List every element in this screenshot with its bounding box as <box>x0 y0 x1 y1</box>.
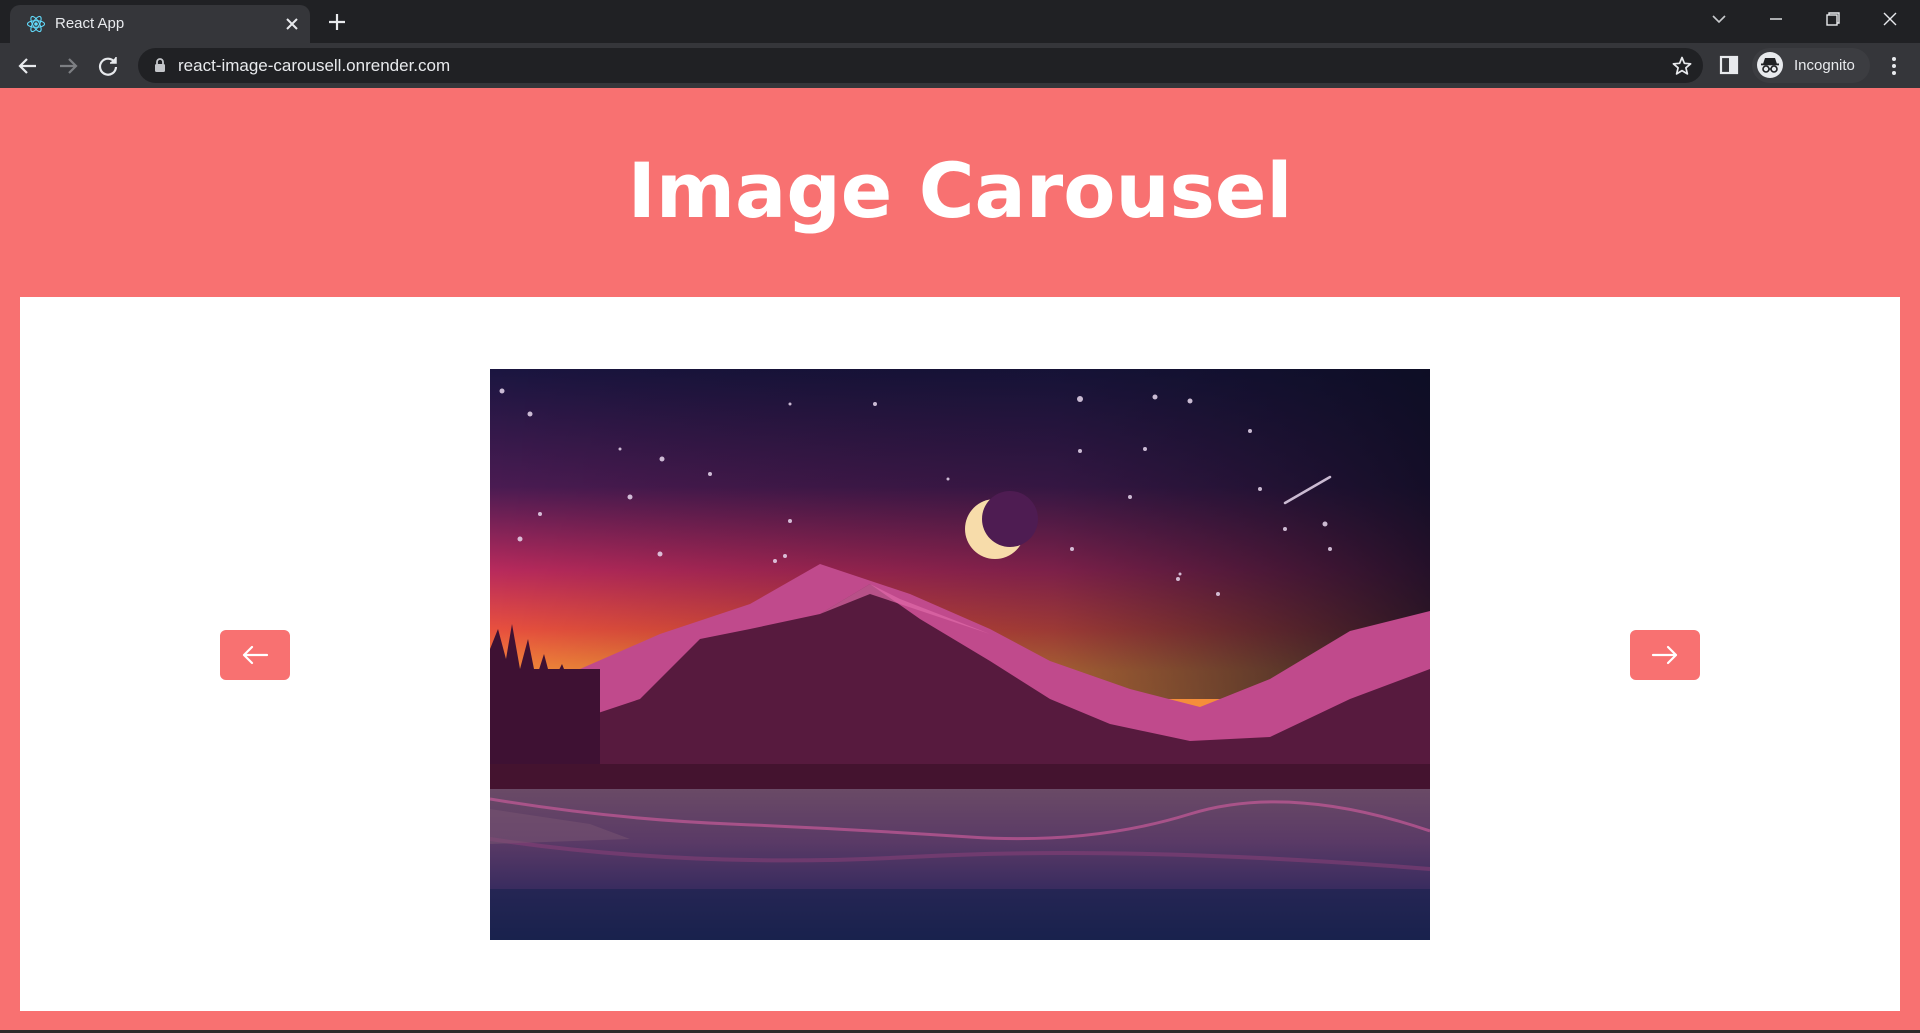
restore-icon[interactable] <box>1818 8 1846 30</box>
browser-tab[interactable]: React App <box>10 5 310 43</box>
next-slide-button[interactable] <box>1630 630 1700 680</box>
address-bar[interactable]: react-image-carousell.onrender.com <box>138 48 1703 83</box>
more-menu-icon[interactable] <box>1882 53 1906 79</box>
prev-slide-button[interactable] <box>220 630 290 680</box>
carousel-slide-image <box>490 369 1430 940</box>
incognito-profile-button[interactable]: Incognito <box>1752 48 1870 83</box>
url-text[interactable]: react-image-carousell.onrender.com <box>178 56 450 76</box>
new-tab-icon[interactable] <box>325 10 349 34</box>
browser-tab-strip: React App <box>0 0 1920 43</box>
page-title: Image Carousel <box>627 146 1293 235</box>
forward-icon[interactable] <box>55 53 81 79</box>
incognito-label: Incognito <box>1794 57 1855 74</box>
night-mountain-landscape-image <box>490 369 1430 940</box>
carousel-panel <box>20 297 1900 1011</box>
close-window-icon[interactable] <box>1876 8 1904 30</box>
side-panel-icon[interactable] <box>1717 53 1741 77</box>
minimize-icon[interactable] <box>1762 8 1790 30</box>
lock-icon[interactable] <box>152 57 168 74</box>
browser-toolbar: react-image-carousell.onrender.com Incog… <box>0 43 1920 88</box>
tab-search-icon[interactable] <box>1705 8 1733 30</box>
arrow-left-icon <box>242 645 269 665</box>
back-icon[interactable] <box>15 53 41 79</box>
page-body: Image Carousel <box>0 88 1920 1033</box>
close-tab-icon[interactable] <box>282 14 302 34</box>
reload-icon[interactable] <box>95 53 121 79</box>
bookmark-star-icon[interactable] <box>1671 55 1693 77</box>
tab-title: React App <box>55 15 125 32</box>
react-logo-icon <box>26 15 46 33</box>
incognito-icon <box>1757 52 1783 78</box>
arrow-right-icon <box>1651 645 1678 665</box>
